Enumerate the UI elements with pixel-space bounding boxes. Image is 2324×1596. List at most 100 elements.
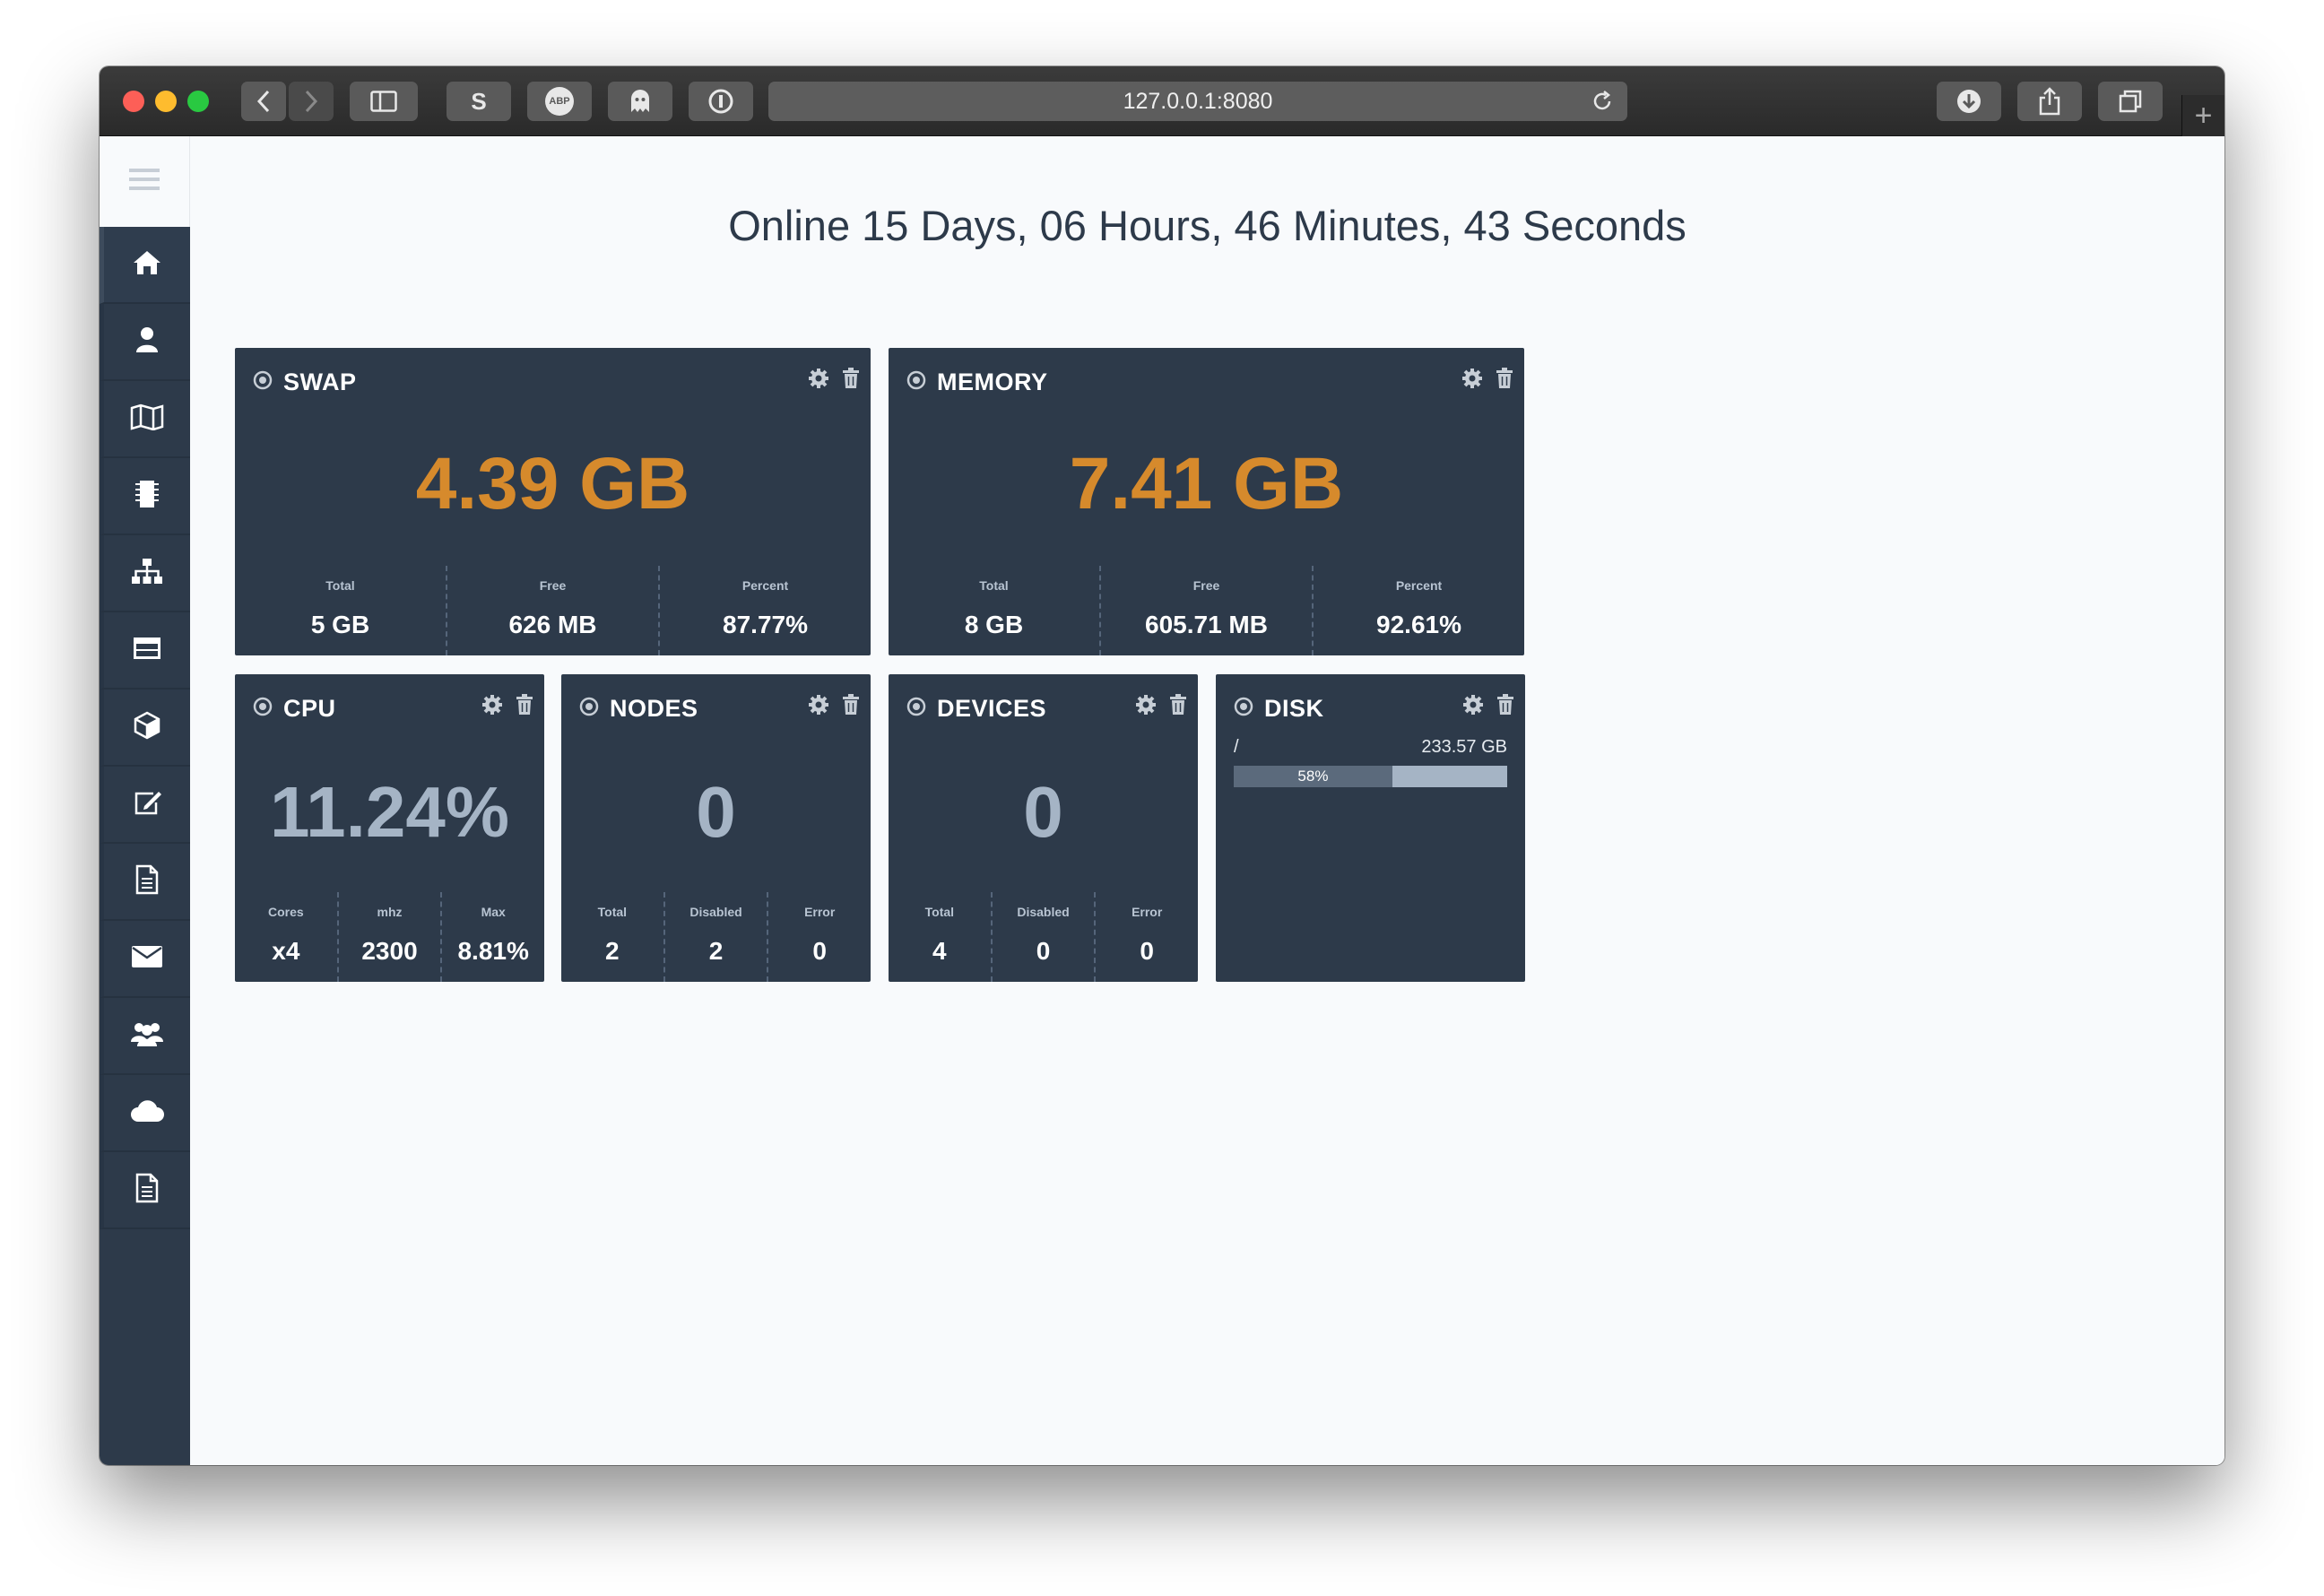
sidebar-item-home[interactable] <box>100 227 190 304</box>
widget-header: SWAP <box>253 366 860 398</box>
close-window-button[interactable] <box>123 91 144 112</box>
disk-info-row: / 233.57 GB <box>1234 737 1507 758</box>
password-manager-button[interactable] <box>689 82 753 121</box>
nodes-stats: Total 2 Disabled 2 Error 0 <box>561 892 871 982</box>
trash-icon[interactable] <box>1496 368 1513 394</box>
disk-widget: DISK / 233.57 GB 58% <box>1216 674 1525 982</box>
stat-value: 5 GB <box>310 611 370 638</box>
gear-icon[interactable] <box>1461 368 1483 394</box>
widget-title: DISK <box>1264 694 1324 722</box>
stat-value: 2 <box>605 937 620 965</box>
memory-widget: MEMORY 7.41 GB Total 8 GB Free 605.71 MB P… <box>889 348 1524 655</box>
stat-total: Total 8 GB <box>889 566 1099 655</box>
trash-icon[interactable] <box>842 368 860 394</box>
swap-stats: Total 5 GB Free 626 MB Percent 87.77% <box>235 566 871 655</box>
stat-mhz: mhz 2300 <box>336 892 441 982</box>
swap-used-value: 4.39 GB <box>415 443 690 525</box>
drag-handle-icon[interactable] <box>906 370 926 395</box>
stat-disabled: Disabled 0 <box>990 892 1095 982</box>
extension-s-button[interactable]: S <box>447 82 511 121</box>
stat-value: 605.71 MB <box>1145 611 1268 638</box>
widget-header: DISK <box>1234 692 1514 724</box>
downloads-button[interactable] <box>1937 82 2001 121</box>
sidebar-item-packages[interactable] <box>100 690 190 767</box>
stat-free: Free 605.71 MB <box>1099 566 1312 655</box>
gear-icon[interactable] <box>808 368 829 394</box>
sidebar-item-logs[interactable] <box>100 844 190 921</box>
stat-value: x4 <box>272 937 300 965</box>
sidebar-item-mail[interactable] <box>100 921 190 998</box>
swap-widget: SWAP 4.39 GB Total 5 GB Free 626 MB Percen… <box>235 348 871 655</box>
sidebar-item-network[interactable] <box>100 535 190 612</box>
sidebar-item-hardware[interactable] <box>100 458 190 535</box>
chip-icon <box>134 479 160 514</box>
tabs-overview-button[interactable] <box>2098 82 2163 121</box>
disk-usage-bar: 58% <box>1234 766 1507 787</box>
disk-size: 233.57 GB <box>1421 737 1507 757</box>
zoom-window-button[interactable] <box>187 91 209 112</box>
drag-handle-icon[interactable] <box>253 697 273 721</box>
stat-label: Disabled <box>1017 905 1070 919</box>
drag-handle-icon[interactable] <box>906 697 926 721</box>
stat-error: Error 0 <box>767 892 871 982</box>
gear-icon[interactable] <box>1135 694 1157 720</box>
stat-total: Total 4 <box>889 892 991 982</box>
gear-icon[interactable] <box>808 694 829 720</box>
stat-label: Total <box>597 905 628 919</box>
hamburger-icon <box>129 167 160 196</box>
widget-title: SWAP <box>283 368 357 395</box>
stat-value: 626 MB <box>508 611 597 638</box>
cloud-icon <box>130 1099 164 1127</box>
adblock-label: ABP <box>549 96 570 107</box>
widget-title: NODES <box>610 694 698 722</box>
stat-value: 0 <box>1036 937 1051 965</box>
sidebar-item-reports[interactable] <box>100 1152 190 1229</box>
ghostery-button[interactable] <box>608 82 672 121</box>
sidebar-item-table[interactable] <box>100 612 190 690</box>
trash-icon[interactable] <box>1496 694 1514 720</box>
sidebar-item-editor[interactable] <box>100 767 190 844</box>
drag-handle-icon[interactable] <box>253 370 273 395</box>
back-button[interactable] <box>241 82 286 121</box>
stat-label: Percent <box>1395 578 1443 593</box>
share-icon <box>2038 87 2061 116</box>
stat-label: Total <box>325 578 355 593</box>
drag-handle-icon[interactable] <box>1234 697 1253 721</box>
stat-total: Total 5 GB <box>235 566 446 655</box>
sidebar-toggle-button[interactable] <box>350 82 418 121</box>
widget-title: MEMORY <box>937 368 1048 395</box>
stat-label: Free <box>1192 578 1220 593</box>
envelope-icon <box>131 945 163 973</box>
stat-value: 0 <box>812 937 827 965</box>
widget-header: CPU <box>253 692 533 724</box>
tabs-icon <box>2118 89 2143 114</box>
gear-icon[interactable] <box>1462 694 1484 720</box>
drag-handle-icon[interactable] <box>579 697 599 721</box>
chevron-right-icon <box>303 89 319 114</box>
disk-mount-point: / <box>1234 737 1239 757</box>
new-tab-button[interactable]: + <box>2181 95 2224 136</box>
sidebar-item-map[interactable] <box>100 381 190 458</box>
memory-used-value: 7.41 GB <box>1069 443 1344 525</box>
minimize-window-button[interactable] <box>155 91 177 112</box>
sidebar <box>100 136 190 1465</box>
share-button[interactable] <box>2017 82 2082 121</box>
adblock-button[interactable]: ABP <box>527 82 592 121</box>
reload-icon[interactable] <box>1590 89 1615 120</box>
menu-toggle[interactable] <box>100 136 190 227</box>
sidebar-item-cloud[interactable] <box>100 1075 190 1152</box>
url-text: 127.0.0.1:8080 <box>1123 88 1273 114</box>
dashboard: Online 15 Days, 06 Hours, 46 Minutes, 43… <box>190 136 2224 1465</box>
stat-label: Max <box>481 905 506 919</box>
sidebar-item-users[interactable] <box>100 998 190 1075</box>
forward-button[interactable] <box>289 82 334 121</box>
address-bar[interactable]: 127.0.0.1:8080 <box>768 82 1627 121</box>
sidebar-item-user[interactable] <box>100 304 190 381</box>
stat-label: Error <box>1132 905 1163 919</box>
trash-icon[interactable] <box>1169 694 1187 720</box>
download-icon <box>1955 88 1982 115</box>
trash-icon[interactable] <box>516 694 533 720</box>
gear-icon[interactable] <box>481 694 503 720</box>
table-icon <box>133 637 161 664</box>
trash-icon[interactable] <box>842 694 860 720</box>
